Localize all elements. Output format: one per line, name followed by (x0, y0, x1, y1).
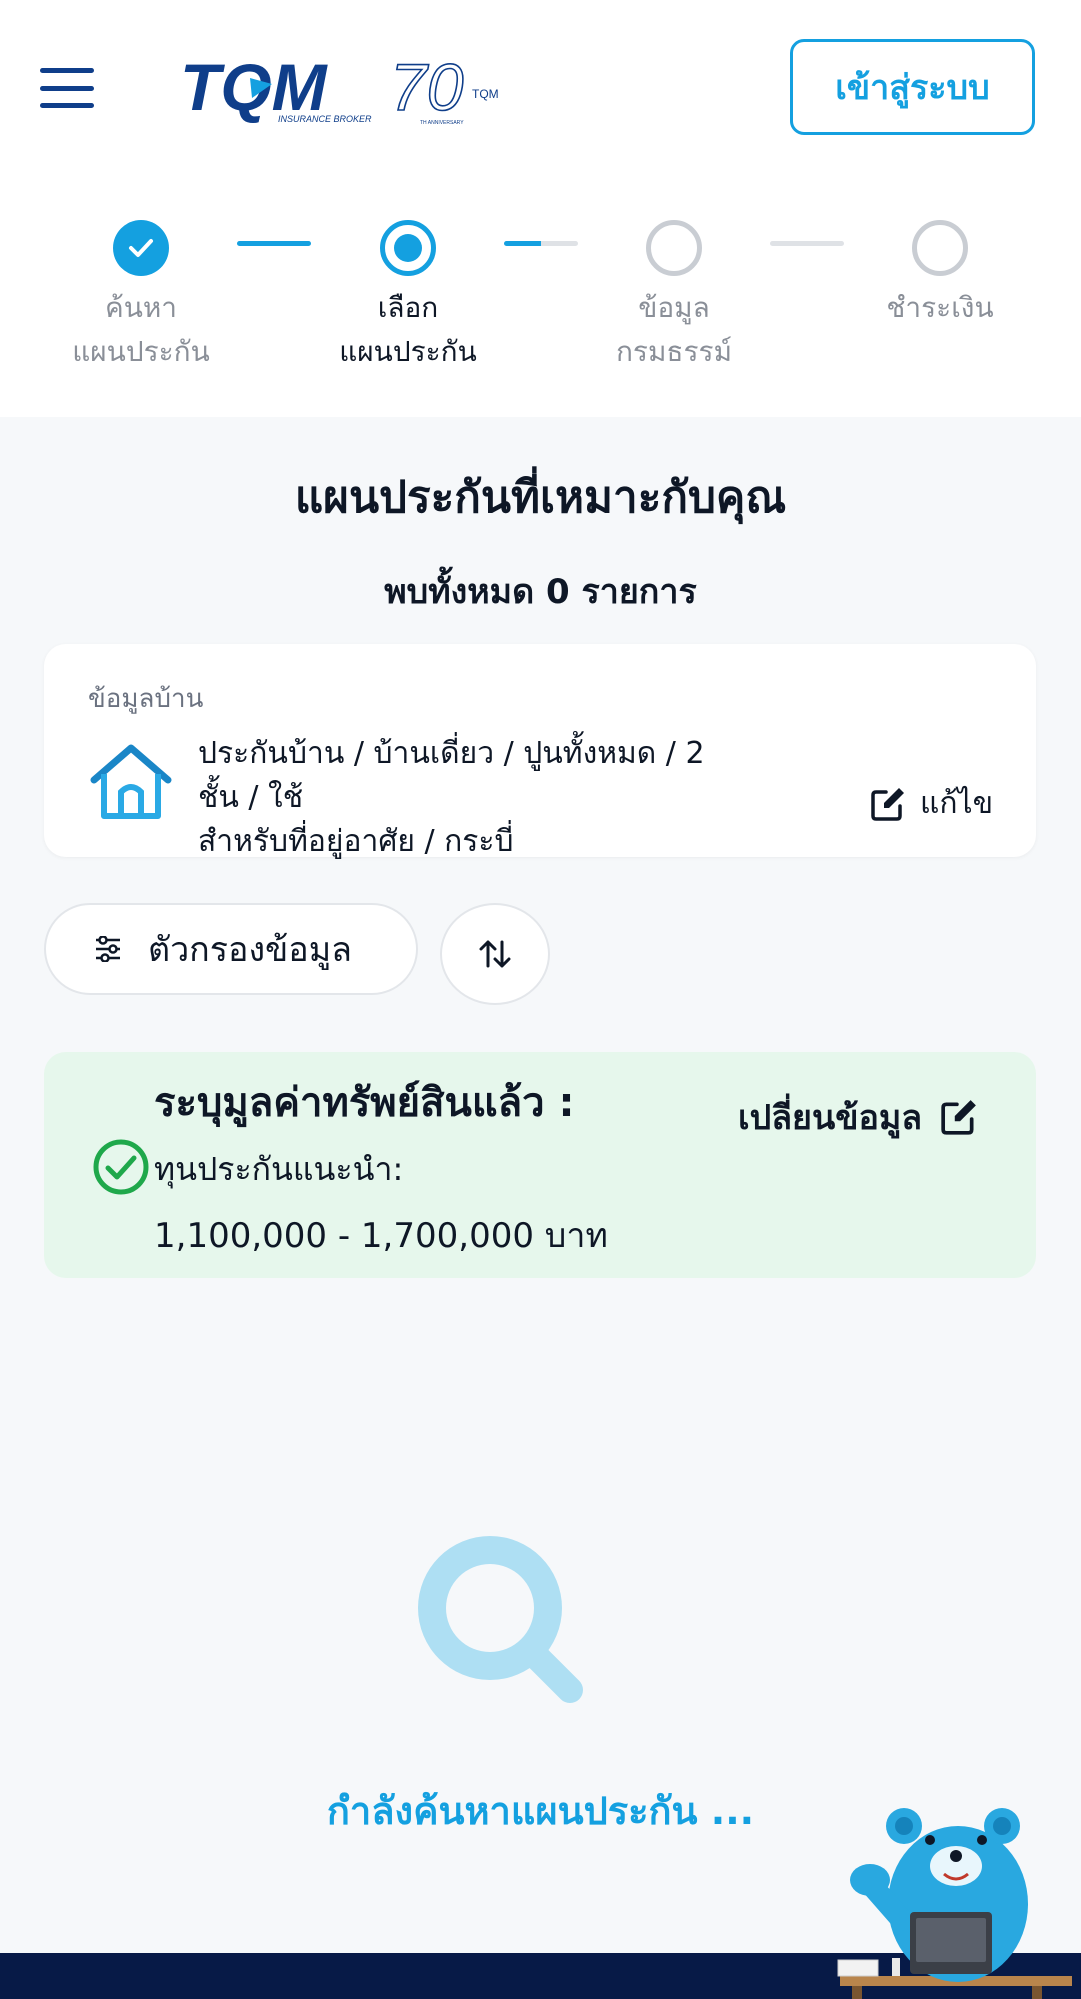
step-label: แผนประกัน (339, 335, 477, 368)
step-pending-icon (646, 220, 702, 276)
asset-subtitle: ทุนประกันแนะนำ: (154, 1150, 404, 1188)
home-info-card: ข้อมูลบ้าน ประกันบ้าน / บ้านเดี่ยว / ปูน… (44, 644, 1036, 859)
check-circle-icon (93, 1139, 149, 1195)
bear-mascot-illustration[interactable] (832, 1800, 1072, 1999)
step-current-icon (380, 220, 436, 276)
edit-icon (871, 787, 904, 821)
filter-label: ตัวกรองข้อมูล (148, 930, 352, 970)
step-label: กรมธรรม์ (615, 335, 733, 368)
search-icon (418, 1536, 583, 1703)
edit-icon (941, 1100, 977, 1135)
step-payment: ชำระเงิน (830, 220, 1050, 330)
menu-icon[interactable] (40, 68, 94, 108)
step-label: เลือก (377, 291, 439, 324)
home-details-line: สำหรับที่อยู่อาศัย / กระบี่ (198, 824, 514, 859)
step-done-check-icon (113, 220, 169, 276)
home-details: ประกันบ้าน / บ้านเดี่ยว / ปูนทั้งหมด / 2… (198, 732, 718, 864)
result-count: พบทั้งหมด 0 รายการ (384, 572, 697, 612)
change-label: เปลี่ยนข้อมูล (738, 1098, 923, 1138)
step-search: ค้นหา แผนประกัน (31, 220, 251, 374)
edit-home-button[interactable]: แก้ไข (870, 780, 993, 827)
login-button[interactable]: เข้าสู่ระบบ (790, 39, 1035, 135)
asset-title: ระบุมูลค่าทรัพย์สินแล้ว : (154, 1080, 575, 1126)
sort-button[interactable] (440, 903, 550, 1005)
step-label: แผนประกัน (72, 335, 210, 368)
svg-text:TQM: TQM (472, 87, 499, 101)
sort-arrows-icon (479, 940, 511, 968)
asset-value-card: ระบุมูลค่าทรัพย์สินแล้ว : ทุนประกันแนะนำ… (44, 1052, 1036, 1278)
step-select: เลือก แผนประกัน (298, 220, 518, 374)
filter-button[interactable]: ตัวกรองข้อมูล (44, 903, 418, 995)
svg-text:INSURANCE BROKER: INSURANCE BROKER (278, 114, 372, 124)
header-bar: TQM INSURANCE BROKER 70 TQM TH ANNIVERSA… (0, 0, 1081, 175)
home-details-line: ประกันบ้าน / บ้านเดี่ยว / ปูนทั้งหมด / 2… (198, 736, 705, 815)
step-pending-icon (912, 220, 968, 276)
change-data-button[interactable]: เปลี่ยนข้อมูล (738, 1090, 978, 1144)
step-policy-info: ข้อมูล กรมธรรม์ (564, 220, 784, 374)
svg-text:70: 70 (390, 52, 464, 124)
svg-text:TH ANNIVERSARY: TH ANNIVERSARY (420, 120, 464, 126)
step-label: ชำระเงิน (886, 291, 994, 324)
edit-label: แก้ไข (920, 786, 994, 821)
sliders-icon (96, 936, 120, 962)
page-title: แผนประกันที่เหมาะกับคุณ (294, 472, 787, 523)
tqm-logo[interactable]: TQM INSURANCE BROKER 70 TQM TH ANNIVERSA… (180, 52, 510, 128)
progress-stepper: ค้นหา แผนประกัน เลือก แผนประกัน ข้อมูล ก… (0, 175, 1081, 417)
card-label: ข้อมูลบ้าน (88, 684, 204, 714)
step-label: ค้นหา (104, 291, 178, 324)
step-label: ข้อมูล (638, 291, 710, 324)
house-icon (90, 744, 172, 819)
asset-range: 1,100,000 - 1,700,000 บาท (154, 1216, 608, 1256)
